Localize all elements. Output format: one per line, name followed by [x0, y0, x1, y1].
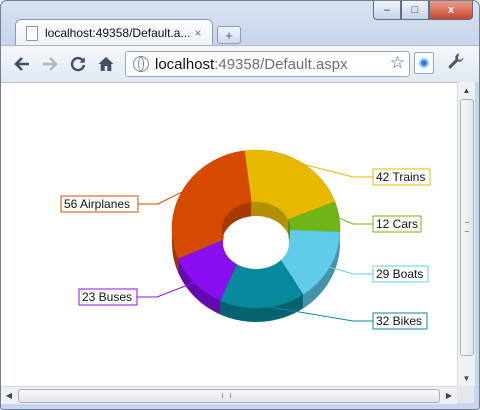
scroll-right-icon[interactable]: ▶ [441, 387, 457, 404]
doughnut-chart: 42 Trains 12 Cars 29 Boats 32 Bikes 23 Buses… [60, 149, 431, 330]
browser-window: – □ x localhost:49358/Default.a... × + l… [0, 0, 480, 410]
tab-close-icon[interactable]: × [190, 26, 206, 40]
data-label-trains: 42 Trains [376, 170, 425, 184]
extension-icon[interactable] [414, 52, 434, 74]
horizontal-scroll-thumb[interactable] [18, 389, 440, 403]
vertical-scrollbar[interactable]: ▲ ▼ [457, 82, 475, 386]
scrollbar-corner [457, 386, 474, 403]
maximize-button[interactable]: □ [401, 1, 429, 20]
window-controls: – □ x [373, 1, 473, 20]
new-tab-button[interactable]: + [217, 26, 241, 44]
data-label-bikes: 32 Bikes [376, 314, 422, 328]
url-host: localhost [155, 55, 215, 73]
leader-line-cars [336, 216, 373, 225]
globe-icon [133, 56, 149, 72]
scroll-up-icon[interactable]: ▲ [458, 82, 475, 98]
wrench-icon[interactable] [447, 52, 465, 75]
minimize-button[interactable]: – [373, 1, 401, 20]
home-icon[interactable] [95, 53, 117, 75]
scroll-down-icon[interactable]: ▼ [458, 370, 475, 386]
browser-tab[interactable]: localhost:49358/Default.a... × [15, 19, 213, 46]
hole-floor [223, 217, 289, 269]
data-label-airplanes: 56 Airplanes [64, 197, 130, 211]
page-viewport: 42 Trains 12 Cars 29 Boats 32 Bikes 23 Buses… [1, 82, 457, 387]
bookmark-star-icon[interactable]: ☆ [390, 53, 405, 73]
data-label-boats: 29 Boats [376, 267, 423, 281]
forward-arrow-icon[interactable] [39, 53, 61, 75]
address-bar[interactable]: localhost:49358/Default.aspx ☆ [125, 51, 410, 77]
vertical-scroll-thumb[interactable] [460, 99, 474, 356]
reload-icon[interactable] [67, 53, 89, 75]
url-path: :49358/Default.aspx [214, 55, 348, 73]
data-label-cars: 12 Cars [376, 217, 418, 231]
close-button[interactable]: x [429, 1, 473, 20]
navigation-toolbar: localhost:49358/Default.aspx ☆ [1, 45, 479, 82]
data-label-buses: 23 Buses [82, 290, 132, 304]
doughnut-hole [222, 202, 290, 269]
scroll-left-icon[interactable]: ◀ [1, 387, 17, 404]
page-icon [26, 25, 38, 41]
tab-title: localhost:49358/Default.a... [45, 26, 190, 40]
horizontal-scrollbar[interactable]: ◀ ▶ [1, 386, 457, 404]
back-arrow-icon[interactable] [11, 53, 33, 75]
